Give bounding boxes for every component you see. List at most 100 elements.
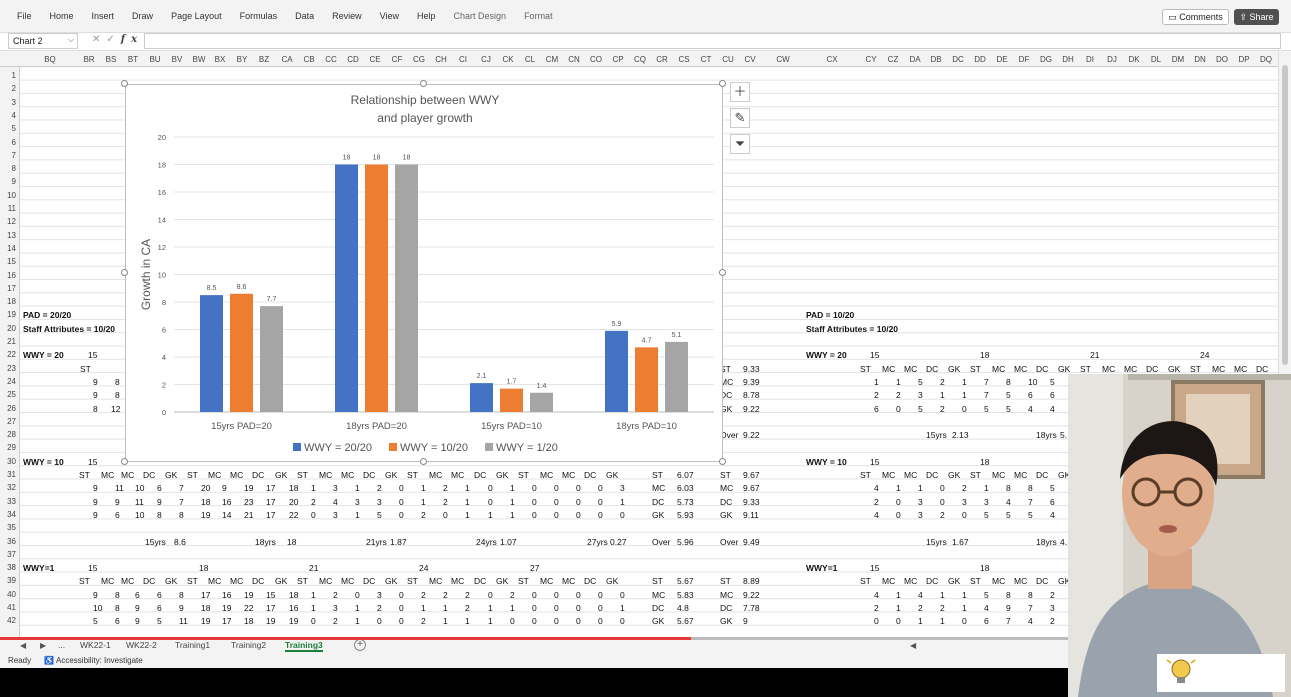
cell[interactable]: 2 xyxy=(896,390,901,400)
cell[interactable]: 1 xyxy=(443,616,448,626)
cell[interactable]: 2 xyxy=(333,590,338,600)
cell[interactable]: 0 xyxy=(399,510,404,520)
cell[interactable]: DC xyxy=(474,470,486,480)
cell[interactable]: 15 xyxy=(266,590,275,600)
cell[interactable]: GK xyxy=(275,470,287,480)
ribbon-tab-help[interactable]: Help xyxy=(408,11,445,21)
cell[interactable]: DC xyxy=(720,603,732,613)
cell[interactable]: 8.6 xyxy=(174,537,186,547)
ribbon-tab-format[interactable]: Format xyxy=(515,11,562,21)
row-header-13[interactable]: 13 xyxy=(7,231,16,240)
cell[interactable]: 0 xyxy=(598,483,603,493)
cell[interactable]: 8.89 xyxy=(743,576,760,586)
col-header-cj[interactable]: CJ xyxy=(481,55,491,64)
row-header-8[interactable]: 8 xyxy=(12,164,16,173)
cell[interactable]: 5 xyxy=(1028,510,1033,520)
ribbon-tab-file[interactable]: File xyxy=(8,11,41,21)
cell[interactable]: 0 xyxy=(532,497,537,507)
cell[interactable]: 1 xyxy=(918,483,923,493)
cell[interactable]: 9.67 xyxy=(743,483,760,493)
cell[interactable]: 3 xyxy=(377,497,382,507)
col-header-dc[interactable]: DC xyxy=(952,55,964,64)
cell[interactable]: 5 xyxy=(1050,377,1055,387)
cell[interactable]: 11 xyxy=(135,497,144,507)
cell[interactable]: 17 xyxy=(266,483,275,493)
cell[interactable]: 18 xyxy=(201,497,210,507)
cell[interactable]: 9 xyxy=(115,497,120,507)
cell[interactable]: MC xyxy=(121,470,134,480)
col-header-cn[interactable]: CN xyxy=(568,55,580,64)
cell[interactable]: 9 xyxy=(93,510,98,520)
cell[interactable]: 5.93 xyxy=(677,510,694,520)
cell[interactable]: 19 xyxy=(266,616,275,626)
cell[interactable]: ST xyxy=(518,470,529,480)
cell[interactable]: 1 xyxy=(355,616,360,626)
cell[interactable]: 3 xyxy=(918,390,923,400)
cell[interactable]: ST xyxy=(407,470,418,480)
cell[interactable]: 27yrs xyxy=(587,537,608,547)
col-header-dh[interactable]: DH xyxy=(1062,55,1074,64)
col-header-bx[interactable]: BX xyxy=(215,55,226,64)
cell[interactable]: MC xyxy=(208,576,221,586)
cell[interactable]: ST xyxy=(1080,364,1091,374)
sheet-tab-training3[interactable]: Training3 xyxy=(285,640,323,652)
row-header-23[interactable]: 23 xyxy=(7,364,16,373)
cell[interactable]: MC xyxy=(451,576,464,586)
cell[interactable]: ST xyxy=(652,576,663,586)
cell[interactable]: 12 xyxy=(111,404,120,414)
cell[interactable]: 0 xyxy=(962,404,967,414)
cell[interactable]: 0 xyxy=(940,483,945,493)
resize-handle[interactable] xyxy=(719,80,726,87)
cell[interactable]: 8 xyxy=(1028,590,1033,600)
cell[interactable]: 2 xyxy=(874,497,879,507)
cell[interactable]: MC xyxy=(208,470,221,480)
cell[interactable]: 2 xyxy=(962,483,967,493)
cell[interactable]: 6 xyxy=(874,404,879,414)
cell[interactable]: 6 xyxy=(1028,390,1033,400)
col-header-ce[interactable]: CE xyxy=(369,55,380,64)
col-header-do[interactable]: DO xyxy=(1216,55,1228,64)
col-header-dq[interactable]: DQ xyxy=(1260,55,1272,64)
cell[interactable]: 8 xyxy=(157,510,162,520)
cell[interactable]: 0 xyxy=(532,510,537,520)
cell[interactable]: 0 xyxy=(598,603,603,613)
cell[interactable]: 2 xyxy=(1050,590,1055,600)
cell[interactable]: 18yrs xyxy=(1036,430,1057,440)
cell[interactable]: 18 xyxy=(980,350,989,360)
cell[interactable]: 9 xyxy=(93,390,98,400)
col-header-cp[interactable]: CP xyxy=(612,55,623,64)
cell[interactable]: 10 xyxy=(135,510,144,520)
row-header-32[interactable]: 32 xyxy=(7,483,16,492)
cell[interactable]: MC xyxy=(904,470,917,480)
cell[interactable]: 5 xyxy=(1050,483,1055,493)
cell[interactable]: ST xyxy=(80,364,91,374)
cell[interactable]: ST xyxy=(860,364,871,374)
cell[interactable]: 4 xyxy=(1028,404,1033,414)
cell[interactable]: DC xyxy=(720,497,732,507)
row-header-7[interactable]: 7 xyxy=(12,151,16,160)
cell[interactable]: 15 xyxy=(88,350,97,360)
cell[interactable]: 2 xyxy=(510,590,515,600)
function-icon[interactable]: fx xyxy=(121,34,143,45)
col-header-db[interactable]: DB xyxy=(930,55,941,64)
cell[interactable]: 10 xyxy=(1028,377,1037,387)
cell[interactable]: 11 xyxy=(115,483,124,493)
cell[interactable]: 4 xyxy=(1006,497,1011,507)
cell[interactable]: MC xyxy=(1102,364,1115,374)
cell[interactable]: MC xyxy=(429,576,442,586)
cell[interactable]: MC xyxy=(319,470,332,480)
share-button[interactable]: ⇪ Share xyxy=(1234,9,1279,25)
row-header-4[interactable]: 4 xyxy=(12,111,16,120)
cell[interactable]: ST xyxy=(187,470,198,480)
cell[interactable]: GK xyxy=(1168,364,1180,374)
cell[interactable]: 2 xyxy=(874,603,879,613)
col-header-cz[interactable]: CZ xyxy=(888,55,899,64)
cell[interactable]: 18 xyxy=(287,537,296,547)
cell[interactable]: 1 xyxy=(465,483,470,493)
col-header-dg[interactable]: DG xyxy=(1040,55,1052,64)
cell[interactable]: 3 xyxy=(377,590,382,600)
cell[interactable]: 0.27 xyxy=(610,537,627,547)
cell[interactable]: MC xyxy=(319,576,332,586)
cell[interactable]: 10 xyxy=(93,603,102,613)
cell[interactable]: 1 xyxy=(465,497,470,507)
